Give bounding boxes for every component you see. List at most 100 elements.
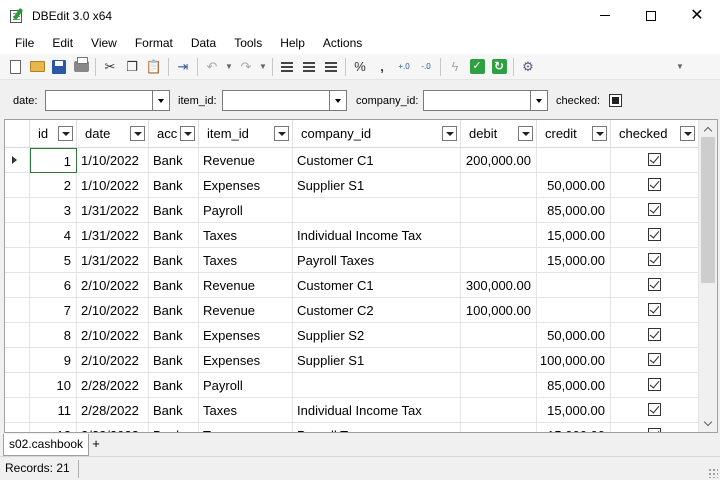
cell-credit[interactable]: 50,000.00: [537, 323, 611, 348]
table-row[interactable]: 3 1/31/2022 Bank Payroll 85,000.00: [5, 198, 699, 223]
menu-edit[interactable]: Edit: [43, 33, 82, 53]
cell-date[interactable]: 1/31/2022: [77, 198, 149, 223]
cell-item-id[interactable]: Payroll: [199, 373, 293, 398]
redo-button[interactable]: ↷: [235, 56, 257, 78]
menu-actions[interactable]: Actions: [314, 33, 371, 53]
cell-company-id[interactable]: Customer C1: [293, 148, 461, 173]
cell-debit[interactable]: [461, 348, 537, 373]
cell-acc[interactable]: Bank: [149, 273, 199, 298]
cell-debit[interactable]: [461, 248, 537, 273]
filter-dropdown-icon[interactable]: [274, 126, 289, 141]
menu-help[interactable]: Help: [271, 33, 314, 53]
cell-debit[interactable]: [461, 373, 537, 398]
row-header[interactable]: [5, 273, 30, 298]
close-button[interactable]: ✕: [674, 0, 720, 31]
cell-id[interactable]: 3: [30, 198, 77, 223]
cell-date[interactable]: 2/10/2022: [77, 273, 149, 298]
cell-credit[interactable]: 85,000.00: [537, 373, 611, 398]
align-center-button[interactable]: [298, 56, 320, 78]
menu-data[interactable]: Data: [182, 33, 225, 53]
increase-decimal-button[interactable]: +.0: [393, 56, 415, 78]
menu-file[interactable]: File: [6, 33, 43, 53]
cell-date[interactable]: 1/10/2022: [77, 148, 149, 173]
table-row[interactable]: 8 2/10/2022 Bank Expenses Supplier S2 50,000.…: [5, 323, 699, 348]
column-header-company-id[interactable]: company_id: [293, 120, 461, 148]
cell-company-id[interactable]: Payroll Taxes: [293, 248, 461, 273]
tab-s02-cashbook[interactable]: s02.cashbook: [3, 434, 90, 456]
percent-button[interactable]: %: [349, 56, 371, 78]
cell-company-id[interactable]: Individual Income Tax: [293, 223, 461, 248]
row-header[interactable]: [5, 173, 30, 198]
row-header[interactable]: [5, 223, 30, 248]
cell-item-id[interactable]: Revenue: [199, 298, 293, 323]
column-header-debit[interactable]: debit: [461, 120, 537, 148]
chevron-down-icon[interactable]: [329, 91, 346, 110]
cell-item-id[interactable]: Taxes: [199, 248, 293, 273]
cell-credit[interactable]: [537, 148, 611, 173]
checked-checkbox[interactable]: [648, 328, 661, 341]
cell-id[interactable]: 11: [30, 398, 77, 423]
table-row[interactable]: 4 1/31/2022 Bank Taxes Individual Income Tax…: [5, 223, 699, 248]
checked-checkbox[interactable]: [648, 203, 661, 216]
menu-tools[interactable]: Tools: [225, 33, 271, 53]
cell-date[interactable]: 2/10/2022: [77, 348, 149, 373]
refresh-button[interactable]: ↻: [488, 56, 510, 78]
date-filter-combo[interactable]: [45, 90, 170, 111]
cell-credit[interactable]: [537, 298, 611, 323]
maximize-button[interactable]: [628, 0, 674, 31]
column-header-checked[interactable]: checked: [611, 120, 699, 148]
cell-acc[interactable]: Bank: [149, 173, 199, 198]
cell-debit[interactable]: [461, 173, 537, 198]
cell-acc[interactable]: Bank: [149, 298, 199, 323]
cell-company-id[interactable]: Customer C2: [293, 298, 461, 323]
cell-item-id[interactable]: Expenses: [199, 323, 293, 348]
cell-checked[interactable]: [611, 323, 699, 348]
cell-debit[interactable]: [461, 398, 537, 423]
row-header[interactable]: [5, 198, 30, 223]
cell-date[interactable]: 1/10/2022: [77, 173, 149, 198]
cell-debit[interactable]: 200,000.00: [461, 148, 537, 173]
cell-item-id[interactable]: Taxes: [199, 423, 293, 432]
cell-debit[interactable]: 300,000.00: [461, 273, 537, 298]
undo-button[interactable]: ↶: [201, 56, 223, 78]
cell-item-id[interactable]: Revenue: [199, 273, 293, 298]
table-row[interactable]: 9 2/10/2022 Bank Expenses Supplier S1 100,000…: [5, 348, 699, 373]
filter-dropdown-icon[interactable]: [130, 126, 145, 141]
cell-checked[interactable]: [611, 298, 699, 323]
cell-date[interactable]: 2/10/2022: [77, 298, 149, 323]
filter-dropdown-icon[interactable]: [180, 126, 195, 141]
cell-checked[interactable]: [611, 173, 699, 198]
chevron-down-icon[interactable]: [530, 91, 547, 110]
cell-company-id[interactable]: Customer C1: [293, 273, 461, 298]
cell-id[interactable]: 8: [30, 323, 77, 348]
cell-date[interactable]: 2/28/2022: [77, 398, 149, 423]
cell-checked[interactable]: [611, 248, 699, 273]
cell-id[interactable]: 12: [30, 423, 77, 432]
cell-debit[interactable]: 100,000.00: [461, 298, 537, 323]
cell-date[interactable]: 1/31/2022: [77, 248, 149, 273]
checked-checkbox[interactable]: [648, 228, 661, 241]
cell-checked[interactable]: [611, 373, 699, 398]
cell-item-id[interactable]: Revenue: [199, 148, 293, 173]
scroll-up-icon[interactable]: [699, 120, 717, 137]
cell-item-id[interactable]: Taxes: [199, 398, 293, 423]
cell-acc[interactable]: Bank: [149, 248, 199, 273]
filter-dropdown-icon[interactable]: [58, 126, 73, 141]
cell-credit[interactable]: 15,000.00: [537, 223, 611, 248]
copy-button[interactable]: ❐: [121, 56, 143, 78]
row-header[interactable]: [5, 373, 30, 398]
cell-item-id[interactable]: Taxes: [199, 223, 293, 248]
cell-date[interactable]: 1/31/2022: [77, 223, 149, 248]
cell-debit[interactable]: [461, 223, 537, 248]
table-row[interactable]: 122/28/2022BankTaxesPayroll Taxes 15,000.…: [5, 423, 699, 432]
align-right-button[interactable]: [320, 56, 342, 78]
cell-checked[interactable]: [611, 148, 699, 173]
print-button[interactable]: [70, 56, 92, 78]
cell-acc[interactable]: Bank: [149, 323, 199, 348]
table-row[interactable]: 7 2/10/2022 Bank Revenue Customer C2 100,000.…: [5, 298, 699, 323]
checked-checkbox[interactable]: [648, 403, 661, 416]
cell-company-id[interactable]: [293, 373, 461, 398]
company-filter-combo[interactable]: [423, 90, 548, 111]
checked-checkbox[interactable]: [648, 303, 661, 316]
align-left-button[interactable]: [276, 56, 298, 78]
